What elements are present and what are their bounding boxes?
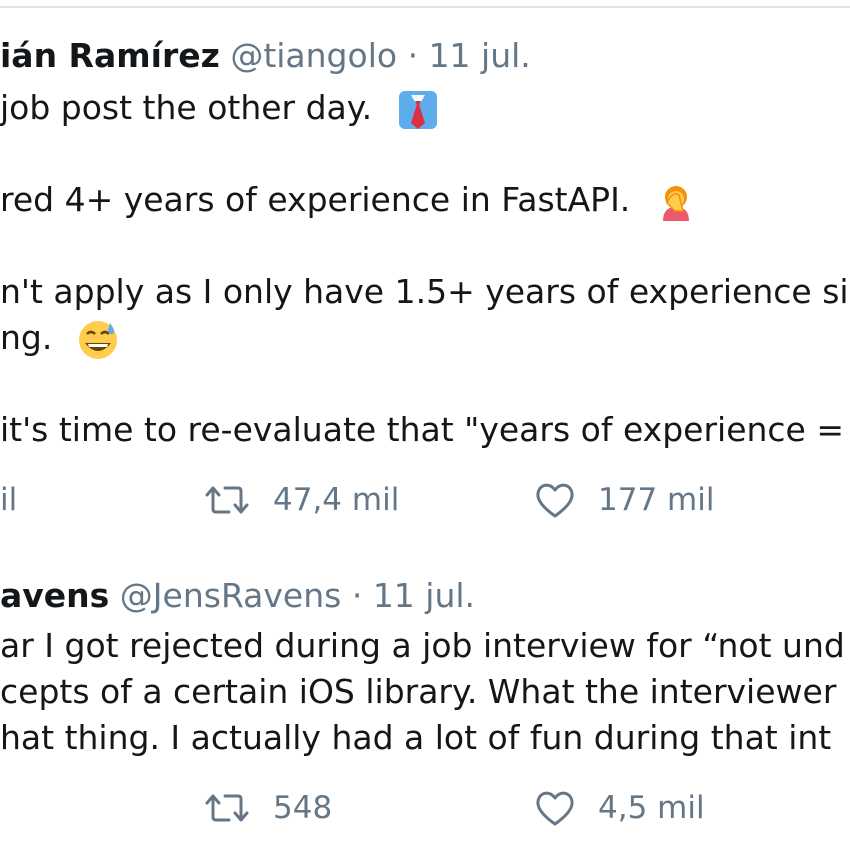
like-button[interactable]: 4,5 mil bbox=[534, 788, 705, 828]
like-count: 4,5 mil bbox=[598, 790, 705, 826]
grinning-sweat-emoji-icon bbox=[78, 320, 117, 359]
tweet-text-line: hat thing. I actually had a lot of fun d… bbox=[0, 718, 831, 758]
heart-icon bbox=[536, 483, 574, 518]
tweet-text: red 4+ years of experience in FastAPI. bbox=[0, 180, 631, 219]
heart-icon bbox=[536, 791, 574, 826]
retweet-icon bbox=[205, 486, 249, 514]
tweet-date[interactable]: 11 jul. bbox=[429, 36, 531, 75]
tweet-text-line: ng. bbox=[0, 318, 119, 361]
tweet-text: it's time to re-evaluate that "years of … bbox=[0, 410, 844, 449]
retweet-button[interactable]: 47,4 mil bbox=[203, 480, 399, 520]
tweet-text: ng. bbox=[0, 318, 53, 357]
retweet-button[interactable]: 548 bbox=[203, 788, 332, 828]
tweet-text: ar I got rejected during a job interview… bbox=[0, 626, 845, 665]
tweet-text-line: red 4+ years of experience in FastAPI. bbox=[0, 180, 697, 223]
like-count: 177 mil bbox=[598, 482, 715, 518]
tweet-text-line: cepts of a certain iOS library. What the… bbox=[0, 672, 836, 712]
retweet-count: 548 bbox=[273, 790, 333, 826]
necktie-emoji-icon bbox=[398, 90, 437, 129]
like-button[interactable]: 177 mil bbox=[534, 480, 714, 520]
author-handle[interactable]: @tiangolo bbox=[230, 36, 397, 75]
author-name[interactable]: ián Ramírez bbox=[0, 36, 220, 75]
retweet-icon bbox=[205, 794, 249, 822]
tweet-header: ián Ramírez @tiangolo · 11 jul. bbox=[0, 36, 531, 76]
retweet-count: 47,4 mil bbox=[273, 482, 400, 518]
tweet-date[interactable]: 11 jul. bbox=[373, 576, 475, 615]
tweet-text: n't apply as I only have 1.5+ years of e… bbox=[0, 272, 850, 311]
header-separator: · bbox=[351, 576, 363, 615]
header-separator: · bbox=[407, 36, 419, 75]
reply-action[interactable]: il bbox=[0, 480, 17, 520]
tweet-text-line: job post the other day. bbox=[0, 88, 439, 131]
tweet-text: job post the other day. bbox=[0, 88, 373, 127]
tweet-text-line: ar I got rejected during a job interview… bbox=[0, 626, 845, 666]
tweet-text-line: it's time to re-evaluate that "years of … bbox=[0, 410, 844, 450]
tweet-text-line: n't apply as I only have 1.5+ years of e… bbox=[0, 272, 850, 312]
reply-count: il bbox=[0, 482, 18, 518]
tweet-text: cepts of a certain iOS library. What the… bbox=[0, 672, 837, 711]
tweet-header: avens @JensRavens · 11 jul. bbox=[0, 576, 475, 616]
top-divider bbox=[0, 6, 850, 8]
author-name[interactable]: avens bbox=[0, 576, 109, 615]
author-handle[interactable]: @JensRavens bbox=[120, 576, 342, 615]
woman-facepalming-emoji-icon bbox=[662, 185, 689, 221]
tweet-text: hat thing. I actually had a lot of fun d… bbox=[0, 718, 832, 757]
